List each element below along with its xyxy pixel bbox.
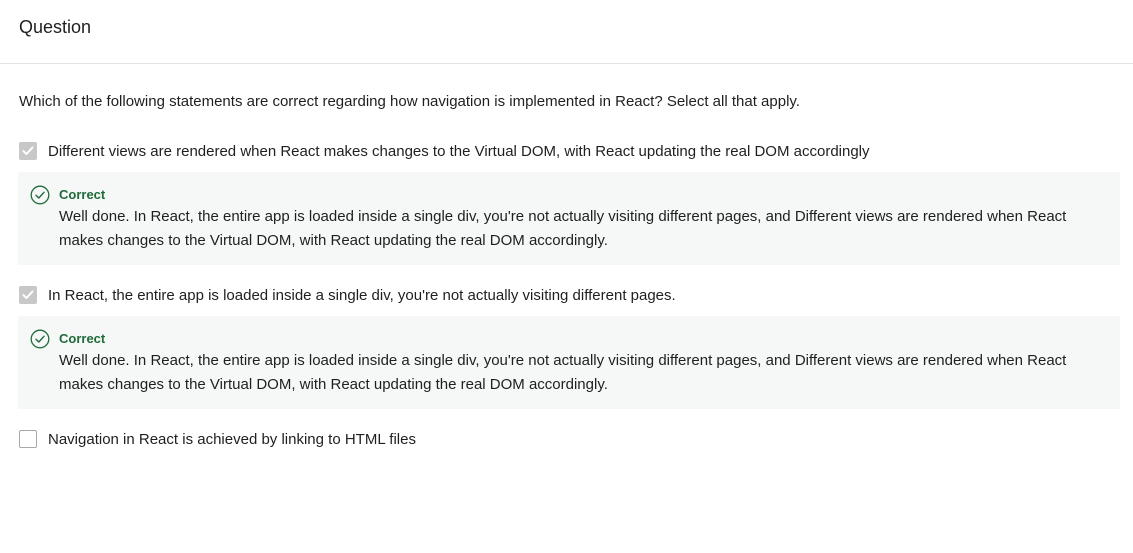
question-prompt: Which of the following statements are co… bbox=[19, 93, 800, 110]
feedback-status: Correct bbox=[59, 331, 106, 346]
option-1-feedback: Correct Well done. In React, the entire … bbox=[18, 172, 1120, 265]
check-circle-icon bbox=[30, 329, 50, 349]
option-2-feedback: Correct Well done. In React, the entire … bbox=[18, 316, 1120, 409]
option-3[interactable]: Navigation in React is achieved by linki… bbox=[18, 427, 1115, 451]
option-1[interactable]: Different views are rendered when React … bbox=[18, 139, 1115, 163]
feedback-status: Correct bbox=[59, 187, 106, 202]
check-icon bbox=[22, 290, 34, 299]
page-header: Question bbox=[0, 0, 1133, 64]
option-3-label: Navigation in React is achieved by linki… bbox=[48, 430, 416, 448]
check-icon bbox=[22, 146, 34, 155]
option-2-checkbox[interactable] bbox=[19, 286, 37, 304]
option-1-label: Different views are rendered when React … bbox=[48, 142, 870, 160]
question-content: Which of the following statements are co… bbox=[0, 91, 1133, 451]
option-2-label: In React, the entire app is loaded insid… bbox=[48, 286, 676, 304]
feedback-text: Well done. In React, the entire app is l… bbox=[59, 208, 1067, 249]
check-circle-icon bbox=[30, 185, 50, 205]
option-1-checkbox[interactable] bbox=[19, 142, 37, 160]
feedback-text: Well done. In React, the entire app is l… bbox=[59, 352, 1067, 393]
page-title: Question bbox=[19, 17, 92, 37]
option-3-checkbox[interactable] bbox=[19, 430, 37, 448]
option-2[interactable]: In React, the entire app is loaded insid… bbox=[18, 283, 1115, 307]
